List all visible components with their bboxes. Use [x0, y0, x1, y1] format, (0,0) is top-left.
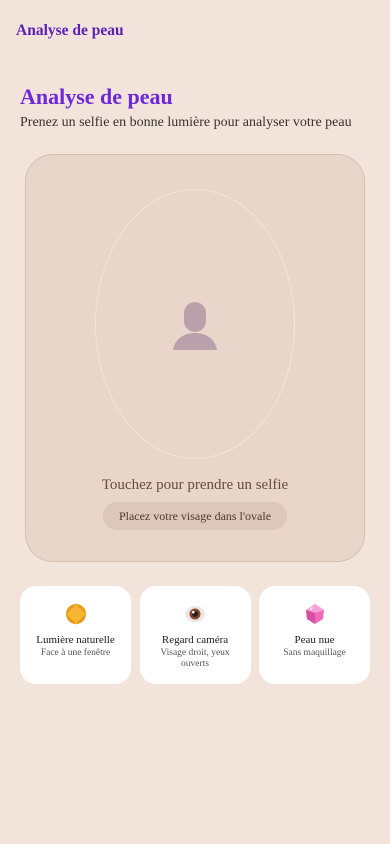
tip-description: Visage droit, yeux ouverts — [160, 648, 230, 669]
page-subtitle: Prenez un selfie en bonne lumière pour a… — [20, 115, 352, 130]
person-silhouette-icon — [173, 302, 217, 350]
tip-title: Peau nue — [294, 634, 335, 646]
gem-icon — [305, 604, 324, 624]
tip-card-lighting: Lumière naturelle Face à une fenêtre — [20, 586, 131, 684]
page-title: Analyse de peau — [20, 84, 173, 109]
tip-title: Lumière naturelle — [36, 634, 115, 646]
take-selfie-label: Touchez pour prendre un selfie — [101, 477, 289, 493]
app-title: Analyse de peau — [16, 22, 124, 39]
selfie-capture-area[interactable]: Touchez pour prendre un selfie Placez vo… — [25, 154, 365, 562]
tip-description: Sans maquillage — [283, 648, 346, 658]
tip-description: Face à une fenêtre — [40, 648, 111, 658]
tip-title: Regard caméra — [161, 634, 229, 646]
face-position-hint: Placez votre visage dans l'ovale — [103, 502, 287, 530]
tip-card-gaze: Regard caméra Visage droit, yeux ouverts — [139, 586, 251, 684]
tip-card-bare-skin: Peau nue Sans maquillage — [259, 586, 370, 684]
sun-icon — [64, 603, 87, 625]
eye-icon — [185, 606, 205, 622]
tips-row: Lumière naturelle Face à une fenêtre Reg… — [20, 586, 370, 684]
